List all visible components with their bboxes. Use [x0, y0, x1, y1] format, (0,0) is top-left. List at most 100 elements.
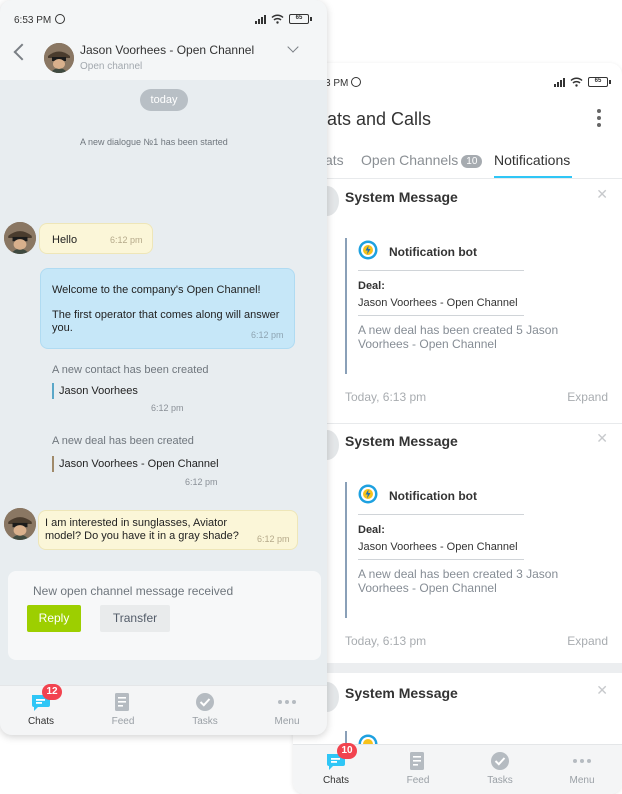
tasks-icon: [194, 692, 216, 712]
contact-name[interactable]: Jason Voorhees: [59, 385, 138, 397]
message-bubble[interactable]: I am interested in sunglasses, Aviator m…: [38, 510, 298, 550]
notification-card[interactable]: System Message ✕ Notification bot Deal: …: [293, 180, 622, 423]
chat-screen: 6:53 PM 65 Jason Voorhees - Open Channel…: [0, 0, 327, 735]
tabbar-chats[interactable]: 10 Chats: [306, 743, 366, 786]
deal-name: Jason Voorhees - Open Channel: [358, 541, 518, 553]
page-title: ats and Calls: [327, 109, 432, 129]
message-text: I am interested in sunglasses, Aviator m…: [45, 517, 239, 542]
deal-name: Jason Voorhees - Open Channel: [358, 297, 518, 309]
bot-icon: [358, 484, 378, 504]
tabbar-label: Chats: [322, 775, 350, 786]
chat-icon: 12: [30, 684, 62, 712]
tabbar-label: Tasks: [192, 716, 218, 727]
tab-chats[interactable]: ats: [325, 152, 344, 168]
tabbar-label: Tasks: [487, 775, 513, 786]
deal-label: Deal:: [358, 524, 385, 536]
tab-open-channels[interactable]: Open Channels 10: [361, 152, 483, 168]
message-bubble[interactable]: Hello 6:12 pm: [39, 223, 153, 254]
tabbar-label: Menu: [274, 716, 300, 727]
close-icon[interactable]: ✕: [596, 186, 608, 203]
close-icon[interactable]: ✕: [596, 682, 608, 699]
divider: [358, 315, 524, 316]
tabbar-label: Feed: [406, 775, 430, 786]
chat-title: Jason Voorhees - Open Channel: [80, 43, 255, 57]
message-text: Welcome to the company's Open Channel!: [52, 284, 261, 296]
notification-text: A new deal has been created 3 Jason Voor…: [358, 567, 559, 595]
quote-bar: [52, 456, 54, 472]
notifications-screen: 3 PM 65 ats and Calls ats Open Channels 1…: [293, 63, 622, 794]
tabbar-tasks[interactable]: Tasks: [470, 751, 530, 786]
unread-badge: 12: [42, 684, 62, 700]
reply-card: New open channel message received Reply …: [8, 571, 321, 660]
expand-link[interactable]: Expand: [567, 634, 608, 648]
tabbar-menu[interactable]: Menu: [552, 751, 612, 786]
tabbar-feed[interactable]: Feed: [93, 692, 153, 727]
system-message: A new deal has been created: [52, 435, 194, 447]
battery-icon: 65: [289, 14, 312, 24]
quote-bar: [345, 482, 347, 618]
notification-text: A new deal has been created 5 Jason Voor…: [358, 323, 559, 351]
menu-icon: [276, 692, 298, 712]
avatar: [4, 222, 36, 254]
notification-time: Today, 6:13 pm: [345, 634, 427, 648]
divider: [358, 514, 524, 515]
close-icon[interactable]: ✕: [596, 430, 608, 447]
status-time: 6:53 PM: [14, 15, 52, 26]
deal-label: Deal:: [358, 280, 385, 292]
quote-bar: [345, 238, 347, 374]
signal-icon: [255, 14, 266, 24]
tab-notifications[interactable]: Notifications: [494, 152, 570, 168]
notification-time: Today, 6:13 pm: [345, 390, 427, 404]
tabbar-label: Menu: [569, 775, 595, 786]
avatar[interactable]: [44, 43, 74, 73]
deal-name[interactable]: Jason Voorhees - Open Channel: [59, 458, 219, 470]
notification-card[interactable]: System Message ✕: [293, 676, 622, 754]
system-message: A new contact has been created: [52, 364, 209, 376]
tabbar-label: Chats: [27, 716, 55, 727]
tabbar-menu[interactable]: Menu: [257, 692, 317, 727]
menu-icon: [571, 751, 593, 771]
tabbar-chats[interactable]: 12 Chats: [11, 684, 71, 727]
chevron-down-icon[interactable]: [287, 41, 299, 53]
date-pill: today: [140, 89, 188, 111]
system-message: A new dialogue №1 has been started: [80, 137, 228, 147]
status-bar: 3 PM 65: [293, 63, 622, 99]
message-text: The first operator that comes along will…: [52, 309, 280, 334]
wifi-icon: [570, 77, 583, 87]
bot-name: Notification bot: [389, 245, 477, 259]
message-bubble[interactable]: Welcome to the company's Open Channel! T…: [40, 268, 295, 349]
signal-icon: [554, 77, 565, 87]
status-time: 3 PM: [325, 78, 349, 89]
reply-button[interactable]: Reply: [27, 605, 81, 632]
back-arrow-icon[interactable]: [13, 43, 31, 61]
tab-count-badge: 10: [461, 155, 483, 168]
message-time: 6:12 pm: [110, 235, 143, 245]
reply-card-title: New open channel message received: [33, 584, 234, 598]
tasks-icon: [489, 751, 511, 771]
alarm-icon: [351, 77, 361, 87]
divider: [358, 270, 524, 271]
bottom-tab-bar: 10 Chats Feed Tasks Menu: [293, 743, 622, 794]
chat-header: 6:53 PM 65 Jason Voorhees - Open Channel…: [0, 0, 327, 80]
more-icon[interactable]: [596, 109, 602, 127]
tabbar-tasks[interactable]: Tasks: [175, 692, 235, 727]
tabbar-label: Feed: [111, 716, 135, 727]
wifi-icon: [271, 14, 284, 24]
unread-badge: 10: [337, 743, 357, 759]
notification-title: System Message: [345, 685, 458, 701]
bot-icon: [358, 240, 378, 260]
notification-card[interactable]: System Message ✕ Notification bot Deal: …: [293, 424, 622, 667]
message-time: 6:12 pm: [151, 403, 184, 413]
expand-link[interactable]: Expand: [567, 390, 608, 404]
transfer-button[interactable]: Transfer: [100, 605, 170, 632]
feed-icon: [112, 692, 134, 712]
notification-title: System Message: [345, 189, 458, 205]
message-text: Hello: [52, 234, 78, 246]
divider: [358, 559, 524, 560]
message-time: 6:12 pm: [251, 330, 284, 340]
notification-title: System Message: [345, 433, 458, 449]
divider: [293, 178, 622, 179]
feed-icon: [407, 751, 429, 771]
chat-subtitle: Open channel: [80, 61, 143, 72]
tabbar-feed[interactable]: Feed: [388, 751, 448, 786]
